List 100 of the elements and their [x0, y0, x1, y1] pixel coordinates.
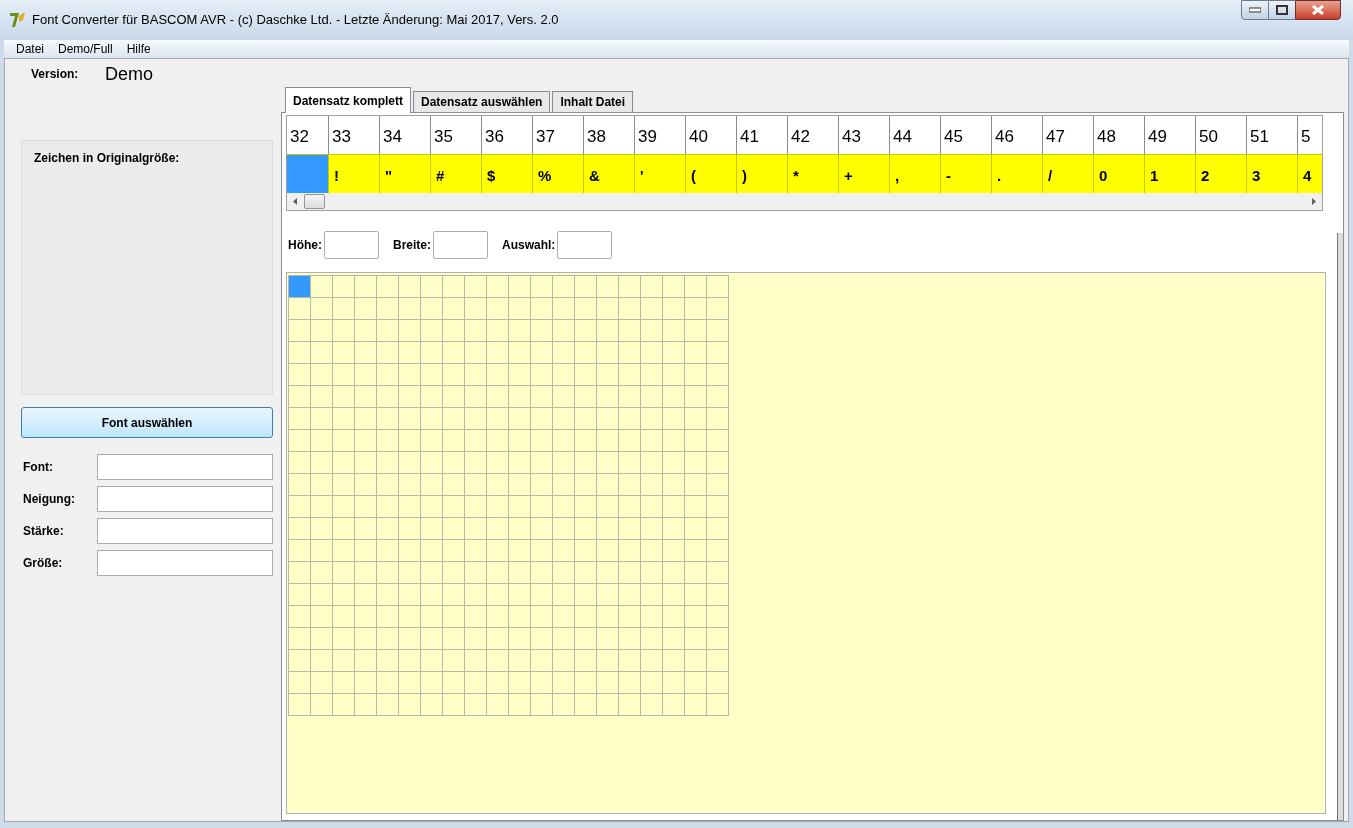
input-field[interactable] [324, 231, 379, 259]
input-field[interactable] [97, 486, 273, 512]
pixel-cell[interactable] [597, 694, 619, 716]
pixel-cell[interactable] [289, 562, 311, 584]
pixel-cell[interactable] [553, 298, 575, 320]
close-button[interactable] [1295, 0, 1341, 20]
pixel-cell[interactable] [487, 342, 509, 364]
pixel-cell[interactable] [531, 518, 553, 540]
pixel-cell[interactable] [641, 430, 663, 452]
pixel-cell[interactable] [663, 342, 685, 364]
pixel-cell[interactable] [421, 276, 443, 298]
pixel-cell[interactable] [377, 364, 399, 386]
pixel-cell[interactable] [377, 320, 399, 342]
pixel-cell[interactable] [421, 474, 443, 496]
pixel-cell[interactable] [487, 276, 509, 298]
tab[interactable]: Datensatz auswählen [413, 91, 551, 113]
pixel-cell[interactable] [531, 628, 553, 650]
pixel-cell[interactable] [641, 452, 663, 474]
pixel-cell[interactable] [553, 694, 575, 716]
pixel-cell[interactable] [289, 496, 311, 518]
pixel-cell[interactable] [531, 408, 553, 430]
pixel-cell[interactable] [355, 584, 377, 606]
pixel-cell[interactable] [399, 694, 421, 716]
pixel-cell[interactable] [333, 386, 355, 408]
table-cell[interactable]: $ [482, 154, 533, 193]
pixel-cell[interactable] [377, 452, 399, 474]
pixel-cell[interactable] [355, 342, 377, 364]
pixel-cell[interactable] [443, 452, 465, 474]
pixel-cell[interactable] [399, 364, 421, 386]
pixel-cell[interactable] [575, 408, 597, 430]
pixel-cell[interactable] [465, 694, 487, 716]
pixel-cell[interactable] [421, 430, 443, 452]
pixel-cell[interactable] [333, 320, 355, 342]
pixel-cell[interactable] [465, 298, 487, 320]
pixel-cell[interactable] [509, 562, 531, 584]
pixel-cell[interactable] [597, 430, 619, 452]
input-field[interactable] [97, 550, 273, 576]
pixel-cell[interactable] [311, 474, 333, 496]
pixel-cell[interactable] [465, 364, 487, 386]
pixel-cell[interactable] [487, 672, 509, 694]
pixel-cell[interactable] [707, 694, 729, 716]
pixel-cell[interactable] [619, 694, 641, 716]
pixel-cell[interactable] [355, 364, 377, 386]
pixel-cell[interactable] [333, 342, 355, 364]
pixel-cell[interactable] [289, 694, 311, 716]
pixel-cell[interactable] [355, 606, 377, 628]
pixel-cell[interactable] [641, 540, 663, 562]
pixel-cell[interactable] [311, 320, 333, 342]
pixel-cell[interactable] [465, 650, 487, 672]
pixel-cell[interactable] [399, 320, 421, 342]
pixel-cell[interactable] [553, 408, 575, 430]
pixel-cell[interactable] [421, 562, 443, 584]
pixel-cell[interactable] [421, 694, 443, 716]
pixel-cell[interactable] [707, 320, 729, 342]
pixel-cell[interactable] [311, 650, 333, 672]
table-cell[interactable]: & [584, 154, 635, 193]
pixel-cell[interactable] [487, 386, 509, 408]
pixel-cell[interactable] [575, 276, 597, 298]
pixel-cell[interactable] [465, 540, 487, 562]
pixel-cell[interactable] [663, 364, 685, 386]
pixel-cell[interactable] [487, 320, 509, 342]
pixel-cell[interactable] [333, 408, 355, 430]
pixel-cell[interactable] [641, 496, 663, 518]
pixel-cell[interactable] [597, 540, 619, 562]
pixel-cell[interactable] [707, 430, 729, 452]
pixel-cell[interactable] [443, 430, 465, 452]
pixel-cell[interactable] [465, 320, 487, 342]
pixel-cell[interactable] [509, 408, 531, 430]
pixel-cell[interactable] [685, 496, 707, 518]
pixel-cell[interactable] [355, 320, 377, 342]
pixel-cell[interactable] [685, 452, 707, 474]
pixel-cell[interactable] [377, 694, 399, 716]
pixel-cell[interactable] [641, 276, 663, 298]
pixel-cell[interactable] [399, 628, 421, 650]
pixel-cell[interactable] [685, 628, 707, 650]
pixel-cell[interactable] [465, 408, 487, 430]
pixel-cell[interactable] [707, 672, 729, 694]
pixel-cell[interactable] [443, 342, 465, 364]
pixel-cell[interactable] [421, 342, 443, 364]
pixel-cell[interactable] [575, 298, 597, 320]
pixel-cell[interactable] [399, 298, 421, 320]
pixel-cell[interactable] [311, 628, 333, 650]
pixel-cell[interactable] [619, 320, 641, 342]
pixel-cell[interactable] [333, 606, 355, 628]
pixel-cell[interactable] [421, 518, 443, 540]
pixel-cell[interactable] [641, 628, 663, 650]
tab[interactable]: Inhalt Datei [552, 91, 634, 113]
pixel-cell[interactable] [311, 694, 333, 716]
pixel-cell[interactable] [333, 562, 355, 584]
pixel-cell[interactable] [685, 650, 707, 672]
pixel-cell[interactable] [487, 628, 509, 650]
pixel-cell[interactable] [663, 430, 685, 452]
pixel-cell[interactable] [311, 562, 333, 584]
pixel-cell[interactable] [399, 540, 421, 562]
pixel-cell[interactable] [509, 518, 531, 540]
pixel-cell[interactable] [443, 672, 465, 694]
pixel-cell[interactable] [641, 518, 663, 540]
pixel-cell[interactable] [355, 276, 377, 298]
pixel-cell[interactable] [421, 298, 443, 320]
table-cell[interactable]: 3 [1247, 154, 1298, 193]
